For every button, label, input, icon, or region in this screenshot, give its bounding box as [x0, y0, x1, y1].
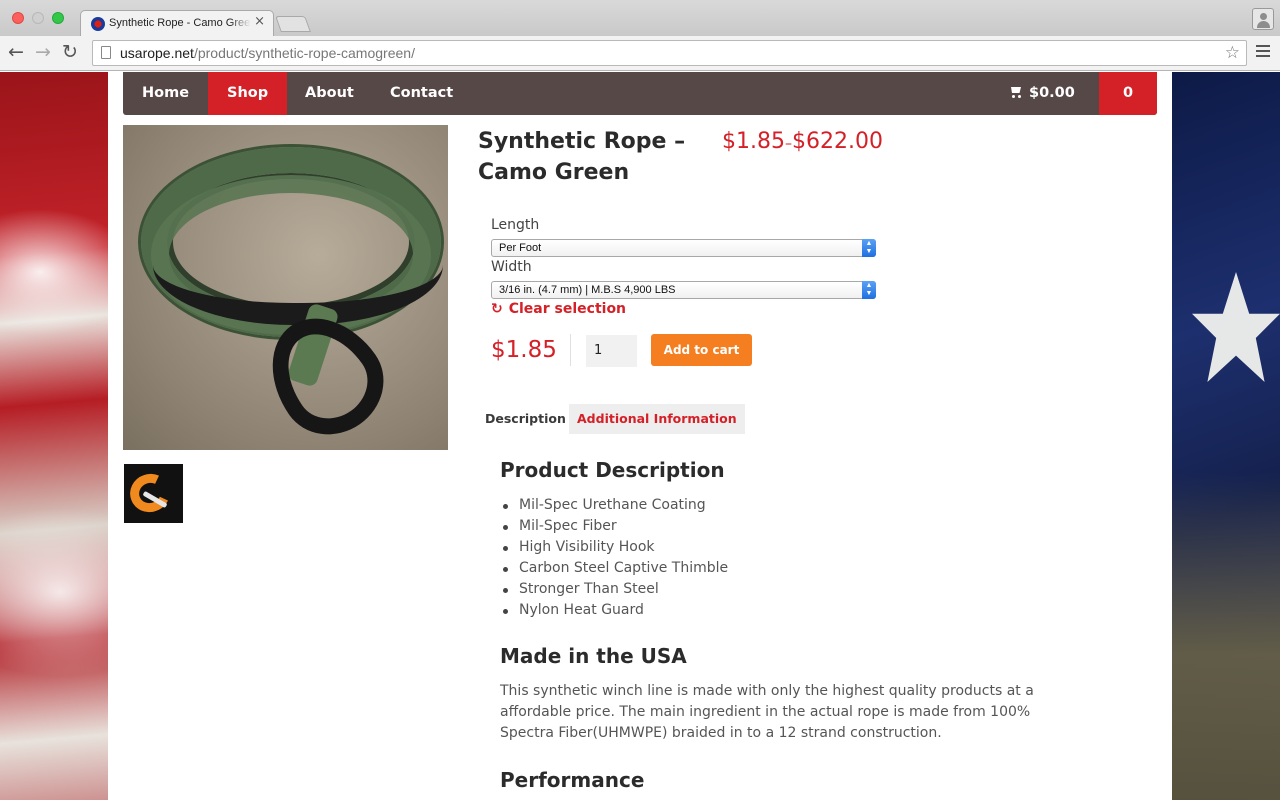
cart-icon	[1009, 86, 1023, 98]
price-range: $1.85–$622.00	[722, 126, 883, 160]
flag-background-right	[1172, 72, 1280, 800]
favicon-icon	[91, 17, 105, 31]
tab-title: Synthetic Rope - Camo Green	[109, 17, 251, 29]
site-navigation: Home Shop About Contact $0.00 0	[123, 72, 1157, 115]
width-select[interactable]: 3/16 in. (4.7 mm) | M.B.S 4,900 LBS ▲ ▼	[491, 281, 876, 299]
nav-item-home[interactable]: Home	[123, 72, 208, 115]
window-close-button[interactable]	[12, 12, 24, 24]
menu-icon[interactable]	[1256, 45, 1270, 60]
width-label: Width	[491, 259, 532, 275]
variation-price: $1.85	[491, 337, 557, 363]
made-in-usa-paragraph: This synthetic winch line is made with o…	[500, 683, 1034, 741]
performance-heading: Performance	[500, 768, 645, 792]
window-minimize-button[interactable]	[32, 12, 44, 24]
list-item: Stronger Than Steel	[500, 579, 728, 600]
list-item: Carbon Steel Captive Thimble	[500, 558, 728, 579]
product-title: Synthetic Rope – Camo Green	[478, 129, 686, 185]
price-separator: –	[784, 136, 792, 152]
reload-icon[interactable]: ↻	[62, 42, 78, 62]
bookmark-star-icon[interactable]: ☆	[1225, 41, 1240, 65]
tab-description[interactable]: Description	[478, 404, 573, 434]
window-maximize-button[interactable]	[52, 12, 64, 24]
made-in-usa-heading: Made in the USA	[500, 644, 687, 668]
list-item: Mil-Spec Urethane Coating	[500, 495, 728, 516]
browser-tab[interactable]: Synthetic Rope - Camo Green ×	[80, 10, 274, 37]
url-path: /product/synthetic-rope-camogreen/	[193, 45, 415, 61]
width-select-value: 3/16 in. (4.7 mm) | M.B.S 4,900 LBS	[499, 284, 676, 296]
length-label: Length	[491, 217, 540, 233]
select-arrows-icon: ▲ ▼	[862, 281, 876, 299]
clear-selection-link[interactable]: ↻ Clear selection	[491, 301, 626, 317]
select-arrows-icon: ▲ ▼	[862, 239, 876, 257]
address-bar[interactable]: usarope.net/product/synthetic-rope-camog…	[92, 40, 1247, 66]
add-to-cart-button[interactable]: Add to cart	[651, 334, 752, 366]
back-arrow-icon[interactable]: ←	[8, 42, 24, 62]
nav-item-contact[interactable]: Contact	[371, 72, 472, 115]
price-max: $622.00	[791, 129, 883, 154]
quantity-input[interactable]: 1	[586, 335, 637, 367]
cart-count-badge[interactable]: 0	[1099, 72, 1157, 115]
clear-selection-label: Clear selection	[508, 301, 627, 317]
tab-close-icon[interactable]: ×	[254, 14, 265, 29]
url-text: usarope.net/product/synthetic-rope-camog…	[120, 41, 415, 65]
cart-total-value: $0.00	[1029, 85, 1075, 101]
tab-additional-information[interactable]: Additional Information	[569, 404, 745, 434]
browser-titlebar: Synthetic Rope - Camo Green ×	[0, 0, 1280, 37]
list-item: High Visibility Hook	[500, 537, 728, 558]
price-min: $1.85	[722, 129, 785, 154]
feature-list: Mil-Spec Urethane Coating Mil-Spec Fiber…	[500, 495, 728, 621]
product-description-heading: Product Description	[500, 458, 725, 482]
divider	[570, 334, 571, 366]
nav-item-about[interactable]: About	[286, 72, 373, 115]
page-viewport: Home Shop About Contact $0.00 0 Syntheti…	[0, 72, 1280, 800]
length-select-value: Per Foot	[499, 242, 542, 254]
list-item: Nylon Heat Guard	[500, 600, 728, 621]
nav-item-shop[interactable]: Shop	[208, 72, 288, 115]
product-thumbnail-hook[interactable]	[124, 464, 183, 523]
profile-icon[interactable]	[1252, 8, 1274, 30]
browser-toolbar: ← → ↻ usarope.net/product/synthetic-rope…	[0, 36, 1280, 71]
url-host: usarope.net	[120, 45, 194, 61]
list-item: Mil-Spec Fiber	[500, 516, 728, 537]
new-tab-button[interactable]	[275, 16, 311, 32]
cart-total-link[interactable]: $0.00	[1009, 72, 1075, 115]
length-select[interactable]: Per Foot ▲ ▼	[491, 239, 876, 257]
product-main-image[interactable]	[123, 125, 448, 450]
content-area: Home Shop About Contact $0.00 0 Syntheti…	[108, 72, 1172, 800]
forward-arrow-icon[interactable]: →	[35, 42, 51, 62]
refresh-icon: ↻	[491, 301, 503, 317]
page-icon	[101, 46, 111, 59]
